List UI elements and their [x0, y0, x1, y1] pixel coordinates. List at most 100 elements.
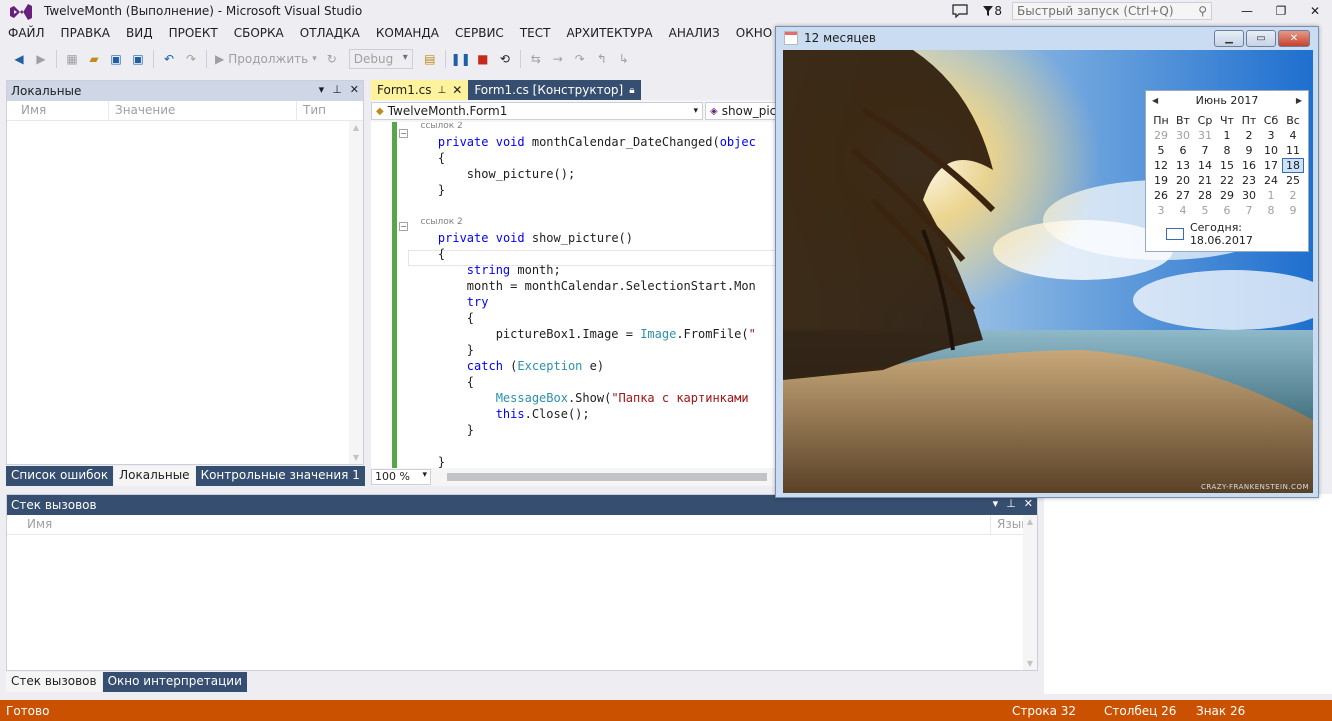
tab-locals[interactable]: Локальные: [114, 466, 195, 486]
pin-icon[interactable]: ⊥: [332, 83, 342, 96]
collapse-icon[interactable]: −: [399, 129, 408, 138]
calendar-day[interactable]: 5: [1150, 143, 1172, 158]
menu-project[interactable]: ПРОЕКТ: [161, 24, 226, 44]
calendar-day[interactable]: 23: [1238, 173, 1260, 188]
minimize-button[interactable]: —: [1230, 0, 1264, 22]
calendar-day[interactable]: 29: [1150, 128, 1172, 143]
restart-icon[interactable]: ⟲: [494, 48, 516, 70]
calendar-day[interactable]: 21: [1194, 173, 1216, 188]
calendar-day[interactable]: 3: [1260, 128, 1282, 143]
tab-error-list[interactable]: Список ошибок: [6, 466, 114, 486]
code-editor[interactable]: − − ссылок 2 private void monthCalendar_…: [371, 122, 781, 468]
tab-form1-designer[interactable]: Form1.cs [Конструктор] 🔒︎: [468, 80, 641, 100]
tab-watch-1[interactable]: Контрольные значения 1: [195, 466, 365, 486]
calendar-day[interactable]: 25: [1282, 173, 1304, 188]
menu-edit[interactable]: ПРАВКА: [53, 24, 118, 44]
form-minimize-button[interactable]: ▁: [1214, 30, 1244, 47]
pin-icon[interactable]: ⊥: [438, 85, 447, 96]
tab-form1-cs[interactable]: Form1.cs ⊥ ✕: [371, 80, 469, 100]
calendar-day[interactable]: 7: [1238, 203, 1260, 218]
calendar-day[interactable]: 13: [1172, 158, 1194, 173]
calendar-day[interactable]: 22: [1216, 173, 1238, 188]
pause-icon[interactable]: ❚❚: [450, 48, 472, 70]
form-close-button[interactable]: ✕: [1278, 30, 1310, 47]
calendar-day[interactable]: 1: [1260, 188, 1282, 203]
configuration-select[interactable]: Debug: [348, 49, 413, 69]
menu-team[interactable]: КОМАНДА: [368, 24, 447, 44]
chevron-down-icon[interactable]: ▾: [319, 83, 325, 96]
member-combo[interactable]: ◈ show_pic: [705, 102, 781, 120]
step-into-icon[interactable]: →: [547, 48, 569, 70]
calendar-day[interactable]: 5: [1194, 203, 1216, 218]
close-button[interactable]: ✕: [1298, 0, 1332, 22]
calendar-day[interactable]: 27: [1172, 188, 1194, 203]
step-icon[interactable]: ↳: [613, 48, 635, 70]
next-month-icon[interactable]: ▶: [1296, 96, 1302, 105]
month-calendar[interactable]: ◀ Июнь 2017 ▶ Пн Вт Ср Чт Пт Сб Вс 29 30 31 1 2 3 4 5 6…: [1145, 90, 1309, 252]
quick-launch-input[interactable]: Быстрый запуск (Ctrl+Q) ⚲: [1012, 2, 1212, 20]
calendar-day[interactable]: 4: [1282, 128, 1304, 143]
feedback-icon[interactable]: [952, 4, 970, 18]
undo-icon[interactable]: ↶: [158, 48, 180, 70]
menu-file[interactable]: ФАЙЛ: [0, 24, 53, 44]
previous-month-icon[interactable]: ◀: [1152, 96, 1158, 105]
close-icon[interactable]: ✕: [1024, 497, 1033, 510]
calendar-day[interactable]: 30: [1172, 128, 1194, 143]
tab-call-stack[interactable]: Стек вызовов: [6, 672, 102, 692]
step-out-icon[interactable]: ↰: [591, 48, 613, 70]
calendar-day[interactable]: 10: [1260, 143, 1282, 158]
calendar-day[interactable]: 6: [1216, 203, 1238, 218]
calendar-day[interactable]: 29: [1216, 188, 1238, 203]
menu-tools[interactable]: СЕРВИС: [447, 24, 512, 44]
calendar-day[interactable]: 9: [1238, 143, 1260, 158]
save-all-icon[interactable]: ▣: [127, 48, 149, 70]
calendar-day[interactable]: 8: [1260, 203, 1282, 218]
redo-icon[interactable]: ↷: [180, 48, 202, 70]
save-icon[interactable]: ▣: [105, 48, 127, 70]
calendar-day[interactable]: 16: [1238, 158, 1260, 173]
chevron-down-icon[interactable]: ▾: [993, 497, 999, 510]
form-maximize-button[interactable]: ▭: [1246, 30, 1276, 47]
find-icon[interactable]: ▤: [419, 48, 441, 70]
calendar-day[interactable]: 11: [1282, 143, 1304, 158]
calendar-day[interactable]: 8: [1216, 143, 1238, 158]
calendar-day[interactable]: 20: [1172, 173, 1194, 188]
calendar-day[interactable]: 7: [1194, 143, 1216, 158]
calendar-day[interactable]: 15: [1216, 158, 1238, 173]
menu-window[interactable]: ОКНО: [728, 24, 780, 44]
continue-button[interactable]: ▶ Продолжить ▾: [215, 52, 317, 66]
calendar-day[interactable]: 31: [1194, 128, 1216, 143]
calendar-day[interactable]: 14: [1194, 158, 1216, 173]
scroll-down-icon[interactable]: ▼: [1023, 659, 1037, 668]
column-language[interactable]: Язык: [991, 515, 1025, 534]
tab-immediate-window[interactable]: Окно интерпретации: [102, 672, 247, 692]
open-file-icon[interactable]: ▰: [83, 48, 105, 70]
column-type[interactable]: Тип: [297, 101, 351, 120]
notifications-button[interactable]: 8: [982, 4, 1002, 18]
refresh-icon[interactable]: ↻: [321, 48, 343, 70]
column-name[interactable]: Имя: [7, 515, 991, 534]
menu-architecture[interactable]: АРХИТЕКТУРА: [558, 24, 660, 44]
calendar-day[interactable]: 2: [1238, 128, 1260, 143]
forward-icon[interactable]: ▶: [30, 48, 52, 70]
menu-analyze[interactable]: АНАЛИЗ: [661, 24, 728, 44]
menu-test[interactable]: ТЕСТ: [512, 24, 559, 44]
calendar-day[interactable]: 28: [1194, 188, 1216, 203]
calendar-day[interactable]: 2: [1282, 188, 1304, 203]
calendar-day[interactable]: 24: [1260, 173, 1282, 188]
pin-icon[interactable]: ⊥: [1006, 497, 1016, 510]
calendar-day[interactable]: 26: [1150, 188, 1172, 203]
menu-build[interactable]: СБОРКА: [226, 24, 292, 44]
calendar-day[interactable]: 6: [1172, 143, 1194, 158]
calendar-day[interactable]: 19: [1150, 173, 1172, 188]
calendar-day[interactable]: 18: [1282, 158, 1304, 173]
calendar-day[interactable]: 30: [1238, 188, 1260, 203]
scroll-down-icon[interactable]: ▼: [349, 453, 363, 462]
new-project-icon[interactable]: ▦: [61, 48, 83, 70]
scroll-up-icon[interactable]: ▲: [349, 123, 363, 132]
step-over-icon[interactable]: ↷: [569, 48, 591, 70]
calendar-day[interactable]: 4: [1172, 203, 1194, 218]
show-next-statement-icon[interactable]: ⇆: [525, 48, 547, 70]
editor-horizontal-scrollbar[interactable]: [447, 473, 767, 481]
stop-icon[interactable]: ■: [472, 48, 494, 70]
